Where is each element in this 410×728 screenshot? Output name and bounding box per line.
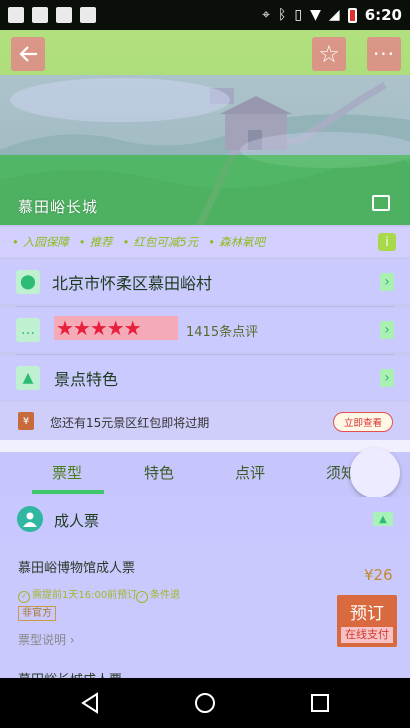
- ticket-price: ¥26: [364, 566, 393, 584]
- tab-reviews[interactable]: 点评: [235, 462, 265, 483]
- info-icon[interactable]: i: [378, 233, 396, 251]
- battery-icon: [347, 7, 357, 23]
- bluetooth-icon: ᛒ: [278, 7, 287, 23]
- system-nav-bar: [0, 678, 410, 728]
- address-text: 北京市怀柔区慕田峪村: [52, 274, 213, 293]
- book-button[interactable]: 预订 在线支付: [337, 595, 397, 647]
- review-count: 1415条点评: [186, 324, 259, 340]
- ticket-group-title: 成人票: [54, 512, 100, 530]
- coupon-banner: ¥ 您还有15元景区红包即将过期 立即查看: [0, 402, 410, 440]
- tab-bar: 票型 特色 点评 须知: [0, 452, 410, 497]
- tag: 推荐: [79, 234, 113, 250]
- tab-indicator: [32, 490, 104, 494]
- chevron-right-icon: ›: [380, 273, 394, 291]
- comment-icon: …: [16, 318, 40, 342]
- recents-square-icon[interactable]: [310, 692, 330, 714]
- back-button[interactable]: [11, 37, 45, 71]
- ticket-item[interactable]: 慕田峪博物馆成人票 需提前1天16:00前预订 条件退 非官方 票型说明 › ¥…: [0, 543, 410, 679]
- ticket-group-header[interactable]: 成人票 ▲: [0, 497, 410, 543]
- gallery-icon[interactable]: [372, 195, 390, 211]
- divider: [16, 354, 394, 355]
- status-bar: ⌖ ᛒ ▯ ▼ ◢ 6:20: [0, 0, 410, 30]
- address-row[interactable]: ⬤ 北京市怀柔区慕田峪村 ›: [0, 260, 410, 304]
- online-pay-label: 在线支付: [341, 627, 393, 643]
- ticket-explain-link[interactable]: 票型说明 ›: [18, 631, 75, 648]
- book-label: 预订: [350, 604, 384, 624]
- chevron-right-icon: ›: [380, 369, 394, 387]
- floating-button[interactable]: [350, 448, 400, 498]
- tag: 入园保障: [12, 234, 69, 250]
- location-icon: ⌖: [262, 7, 270, 23]
- tab-ticket-types[interactable]: 票型: [52, 462, 82, 483]
- signal-icon: ◢: [328, 7, 340, 23]
- back-triangle-icon[interactable]: [80, 692, 100, 714]
- divider: [16, 306, 394, 307]
- download-icon: [56, 7, 72, 23]
- facebook-icon: [8, 7, 24, 23]
- view-coupon-button[interactable]: 立即查看: [333, 412, 393, 432]
- clock: 6:20: [364, 6, 402, 24]
- map-pin-icon: ⬤: [16, 270, 40, 294]
- feature-tags: 入园保障 推荐 红包可减5元 森林氧吧 i: [0, 227, 410, 257]
- chevron-right-icon: ›: [380, 321, 394, 339]
- coupon-text: 您还有15元景区红包即将过期: [50, 416, 210, 430]
- tag: 森林氧吧: [208, 234, 265, 250]
- favorite-button[interactable]: ☆: [312, 37, 346, 71]
- tag: 红包可减5元: [123, 234, 198, 250]
- booking-note: 需提前1天16:00前预订: [18, 586, 137, 603]
- wifi-question-icon: [32, 7, 48, 23]
- wifi-icon: ▼: [310, 7, 321, 23]
- refund-note: 条件退: [136, 586, 180, 603]
- chevron-up-icon[interactable]: ▲: [373, 512, 393, 526]
- features-row[interactable]: ▲ 景点特色 ›: [0, 356, 410, 400]
- rating-row[interactable]: … ★★★★★ 1415条点评 ›: [0, 308, 410, 352]
- landscape-icon: ▲: [16, 366, 40, 390]
- android-icon: [80, 7, 96, 23]
- ticket-name: 慕田峪博物馆成人票: [18, 561, 136, 576]
- yen-icon: ¥: [18, 412, 34, 430]
- more-dots-icon: ···: [372, 42, 396, 66]
- features-text: 景点特色: [54, 370, 119, 389]
- person-icon: [17, 506, 43, 532]
- home-circle-icon[interactable]: [194, 692, 216, 714]
- unofficial-badge: 非官方: [18, 606, 56, 621]
- section-gap: [0, 440, 410, 452]
- more-button[interactable]: ···: [367, 37, 401, 71]
- arrow-left-icon: [19, 46, 37, 62]
- vibrate-icon: ▯: [294, 7, 303, 23]
- star-outline-icon: ☆: [318, 40, 340, 68]
- tab-features[interactable]: 特色: [144, 462, 174, 483]
- attraction-title: 慕田峪长城: [18, 198, 99, 216]
- rating-stars: ★★★★★: [54, 316, 178, 340]
